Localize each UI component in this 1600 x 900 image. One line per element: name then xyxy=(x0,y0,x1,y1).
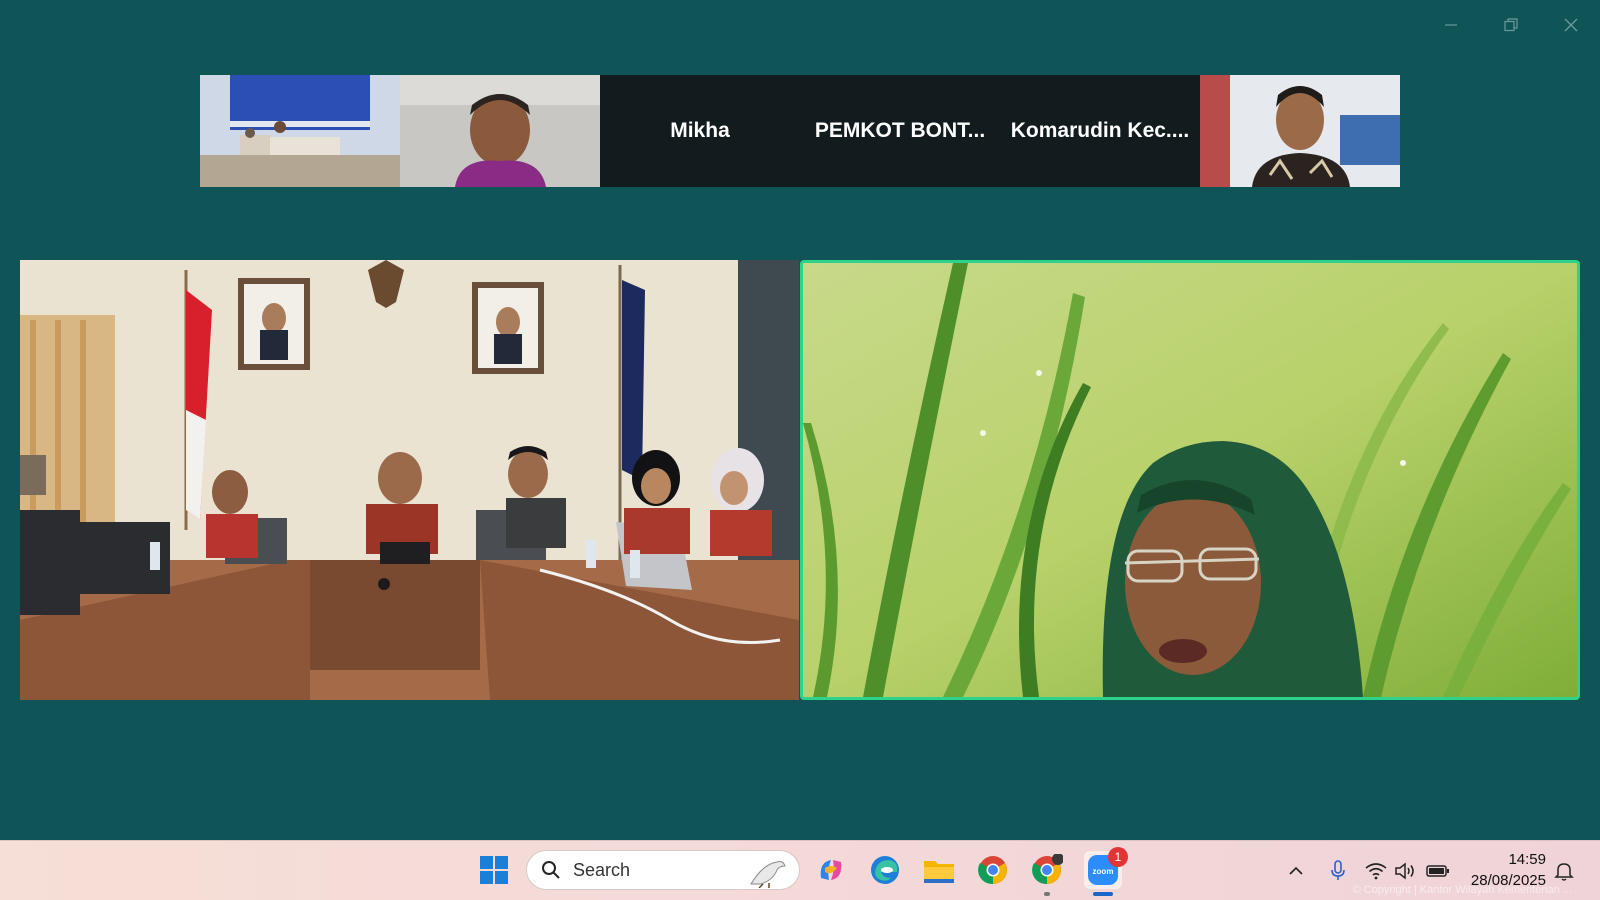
chevron-up-icon xyxy=(1289,866,1303,875)
battery-icon xyxy=(1426,865,1449,877)
zoom-button[interactable]: zoom 1 xyxy=(1084,847,1128,896)
notification-icon xyxy=(1554,863,1574,881)
file-explorer-button[interactable] xyxy=(920,851,958,889)
main-video-meeting-room[interactable] xyxy=(20,260,799,700)
window-controls xyxy=(1440,14,1582,36)
participant-name-tile[interactable]: Mikha xyxy=(600,75,800,187)
chrome-button[interactable] xyxy=(974,851,1012,889)
file-explorer-icon xyxy=(924,861,954,883)
meeting-room-video-image xyxy=(20,260,799,700)
running-indicator xyxy=(1044,892,1050,896)
minimize-icon xyxy=(1445,24,1457,26)
chrome-profile-icon xyxy=(1032,854,1063,885)
participant-name: PEMKOT BONT... xyxy=(814,119,986,142)
edge-icon xyxy=(871,856,899,884)
battery-button[interactable] xyxy=(1426,859,1450,883)
participants-strip: Mikha PEMKOT BONT... Komarudin Kec.... xyxy=(200,75,1400,187)
minimize-button[interactable] xyxy=(1440,14,1462,36)
participant-name-tile[interactable]: Komarudin Kec.... xyxy=(1000,75,1200,187)
restore-button[interactable] xyxy=(1500,14,1522,36)
close-icon xyxy=(1564,18,1578,32)
participant-video-man[interactable] xyxy=(400,75,600,187)
wifi-button[interactable] xyxy=(1364,859,1388,883)
svg-text:zoom: zoom xyxy=(1093,867,1114,876)
edge-button[interactable] xyxy=(866,851,904,889)
chrome-profile-button[interactable] xyxy=(1028,851,1066,896)
volume-icon xyxy=(1395,862,1414,880)
microphone-icon xyxy=(1331,860,1345,880)
copilot-icon xyxy=(820,860,842,880)
copyright-watermark: © Copyright | Kantor Wilayah Kementerian… xyxy=(1352,884,1572,896)
show-hidden-icons-button[interactable] xyxy=(1284,859,1308,883)
active-indicator xyxy=(1093,892,1113,896)
search-label: Search xyxy=(573,859,631,880)
start-button[interactable] xyxy=(475,851,513,889)
clock-time: 14:59 xyxy=(1508,851,1546,868)
room-video-image xyxy=(200,75,400,187)
man-video-image xyxy=(400,75,600,187)
copilot-button[interactable] xyxy=(812,851,850,889)
search-highlight-bird-icon xyxy=(750,861,786,888)
active-speaker-video-image xyxy=(803,263,1577,697)
main-video-active-speaker[interactable] xyxy=(800,260,1580,700)
taskbar: Search zoom 1 14:59 28/08/2025 © Copyrig… xyxy=(0,840,1600,900)
restore-icon xyxy=(1504,18,1518,32)
taskbar-search[interactable]: Search xyxy=(526,850,800,890)
microphone-button[interactable] xyxy=(1326,859,1350,883)
participant-name: Mikha xyxy=(670,119,730,142)
office-man-video-image xyxy=(1200,75,1400,187)
participant-video-room[interactable] xyxy=(200,75,400,187)
search-icon xyxy=(542,861,560,879)
wifi-icon xyxy=(1365,863,1387,880)
notification-badge: 1 xyxy=(1108,847,1128,867)
notifications-button[interactable] xyxy=(1552,859,1576,883)
close-button[interactable] xyxy=(1560,14,1582,36)
participant-name-tile[interactable]: PEMKOT BONT... xyxy=(800,75,1000,187)
volume-button[interactable] xyxy=(1394,859,1418,883)
participant-video-office-man[interactable] xyxy=(1200,75,1400,187)
windows-start-icon xyxy=(480,856,508,884)
chrome-icon xyxy=(978,856,1007,885)
participant-name: Komarudin Kec.... xyxy=(1010,119,1190,142)
